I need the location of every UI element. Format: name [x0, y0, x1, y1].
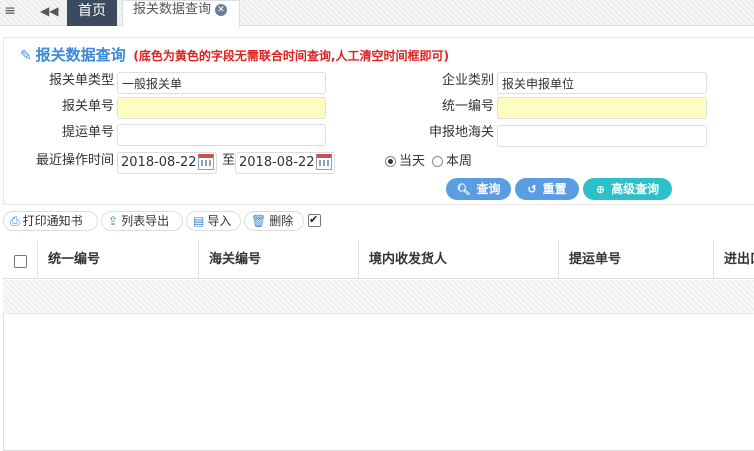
- calendar-icon[interactable]: [198, 154, 214, 170]
- bl-no-label: 提运单号: [61, 125, 114, 140]
- page-title: 报关数据查询: [35, 46, 126, 64]
- upload-icon: ⇪: [108, 214, 119, 228]
- import-label: 导入: [207, 214, 232, 228]
- advanced-search-button[interactable]: ⊕ 高级查询: [583, 178, 672, 200]
- calendar-icon[interactable]: [316, 154, 332, 170]
- tab-customs-query-label: 报关数据查询: [133, 2, 212, 17]
- delete-label: 删除: [269, 214, 294, 228]
- search-button[interactable]: 🔍︎ 查询: [446, 178, 511, 200]
- range-week-radio[interactable]: [432, 156, 443, 167]
- last-op-time-label: 最近操作时间: [35, 153, 114, 168]
- date-separator: 至: [221, 153, 235, 168]
- export-list-button[interactable]: ⇪ 列表导出: [101, 211, 183, 231]
- range-week-label: 本周: [446, 154, 473, 169]
- import-button[interactable]: ▤ 导入: [186, 211, 241, 231]
- reset-button[interactable]: ↺ 重置: [515, 178, 579, 200]
- decl-no-field[interactable]: [117, 97, 326, 119]
- panel-note: (底色为黄色的字段无需联合时间查询,人工清空时间框即可): [133, 49, 449, 63]
- printer-icon: ⎙: [10, 214, 20, 228]
- export-list-label: 列表导出: [121, 214, 170, 228]
- edit-icon: ✎: [20, 48, 32, 64]
- unified-no-label: 统一编号: [441, 99, 494, 114]
- col-unified-no[interactable]: 统一编号: [38, 241, 199, 279]
- search-icon: 🔍︎: [456, 183, 471, 196]
- print-notice-button[interactable]: ⎙ 打印通知书: [3, 211, 98, 231]
- col-consignee[interactable]: 境内收发货人: [359, 241, 559, 279]
- select-all-cell: [3, 241, 38, 279]
- bl-no-field[interactable]: [117, 124, 326, 146]
- decl-type-field[interactable]: [117, 72, 326, 94]
- panel-title-row: ✎ 报关数据查询 (底色为黄色的字段无需联合时间查询,人工清空时间框即可): [20, 44, 449, 66]
- toolbar-checkbox[interactable]: [308, 213, 321, 227]
- decl-type-label: 报关单类型: [48, 73, 114, 88]
- grid-empty-row: [3, 280, 754, 314]
- tab-home-label: 首页: [78, 3, 106, 19]
- trash-icon: 🗑︎: [251, 214, 267, 228]
- reset-button-label: 重置: [542, 182, 567, 196]
- col-import-export[interactable]: 进出口: [714, 241, 754, 279]
- hamburger-icon[interactable]: ≡: [2, 3, 18, 19]
- print-notice-label: 打印通知书: [22, 214, 83, 228]
- zoom-icon: ⊕: [595, 183, 606, 196]
- date-from-value: 2018-08-22: [121, 155, 197, 170]
- file-icon: ▤: [193, 214, 205, 228]
- close-icon[interactable]: ✕: [215, 4, 228, 16]
- tab-home[interactable]: 首页: [67, 0, 117, 26]
- search-button-label: 查询: [476, 182, 501, 196]
- company-type-field[interactable]: [497, 72, 707, 94]
- col-customs-no[interactable]: 海关编号: [199, 241, 359, 279]
- company-type-label: 企业类别: [441, 73, 494, 88]
- col-bl-no[interactable]: 提运单号: [559, 241, 714, 279]
- date-to-value: 2018-08-22: [239, 155, 315, 170]
- select-all-checkbox[interactable]: [14, 255, 27, 268]
- reset-icon: ↺: [527, 183, 537, 196]
- tab-customs-query[interactable]: 报关数据查询 ✕: [122, 0, 240, 27]
- unified-no-field[interactable]: [497, 97, 707, 119]
- delete-button[interactable]: 🗑︎ 删除: [244, 211, 304, 231]
- advanced-search-button-label: 高级查询: [611, 182, 660, 196]
- range-today-label: 当天: [399, 154, 426, 169]
- customs-field[interactable]: [497, 125, 707, 147]
- decl-no-label: 报关单号: [61, 99, 114, 114]
- customs-label: 申报地海关: [428, 125, 494, 140]
- range-today-radio[interactable]: [385, 156, 396, 167]
- double-left-arrow-icon[interactable]: ◀◀: [40, 3, 58, 19]
